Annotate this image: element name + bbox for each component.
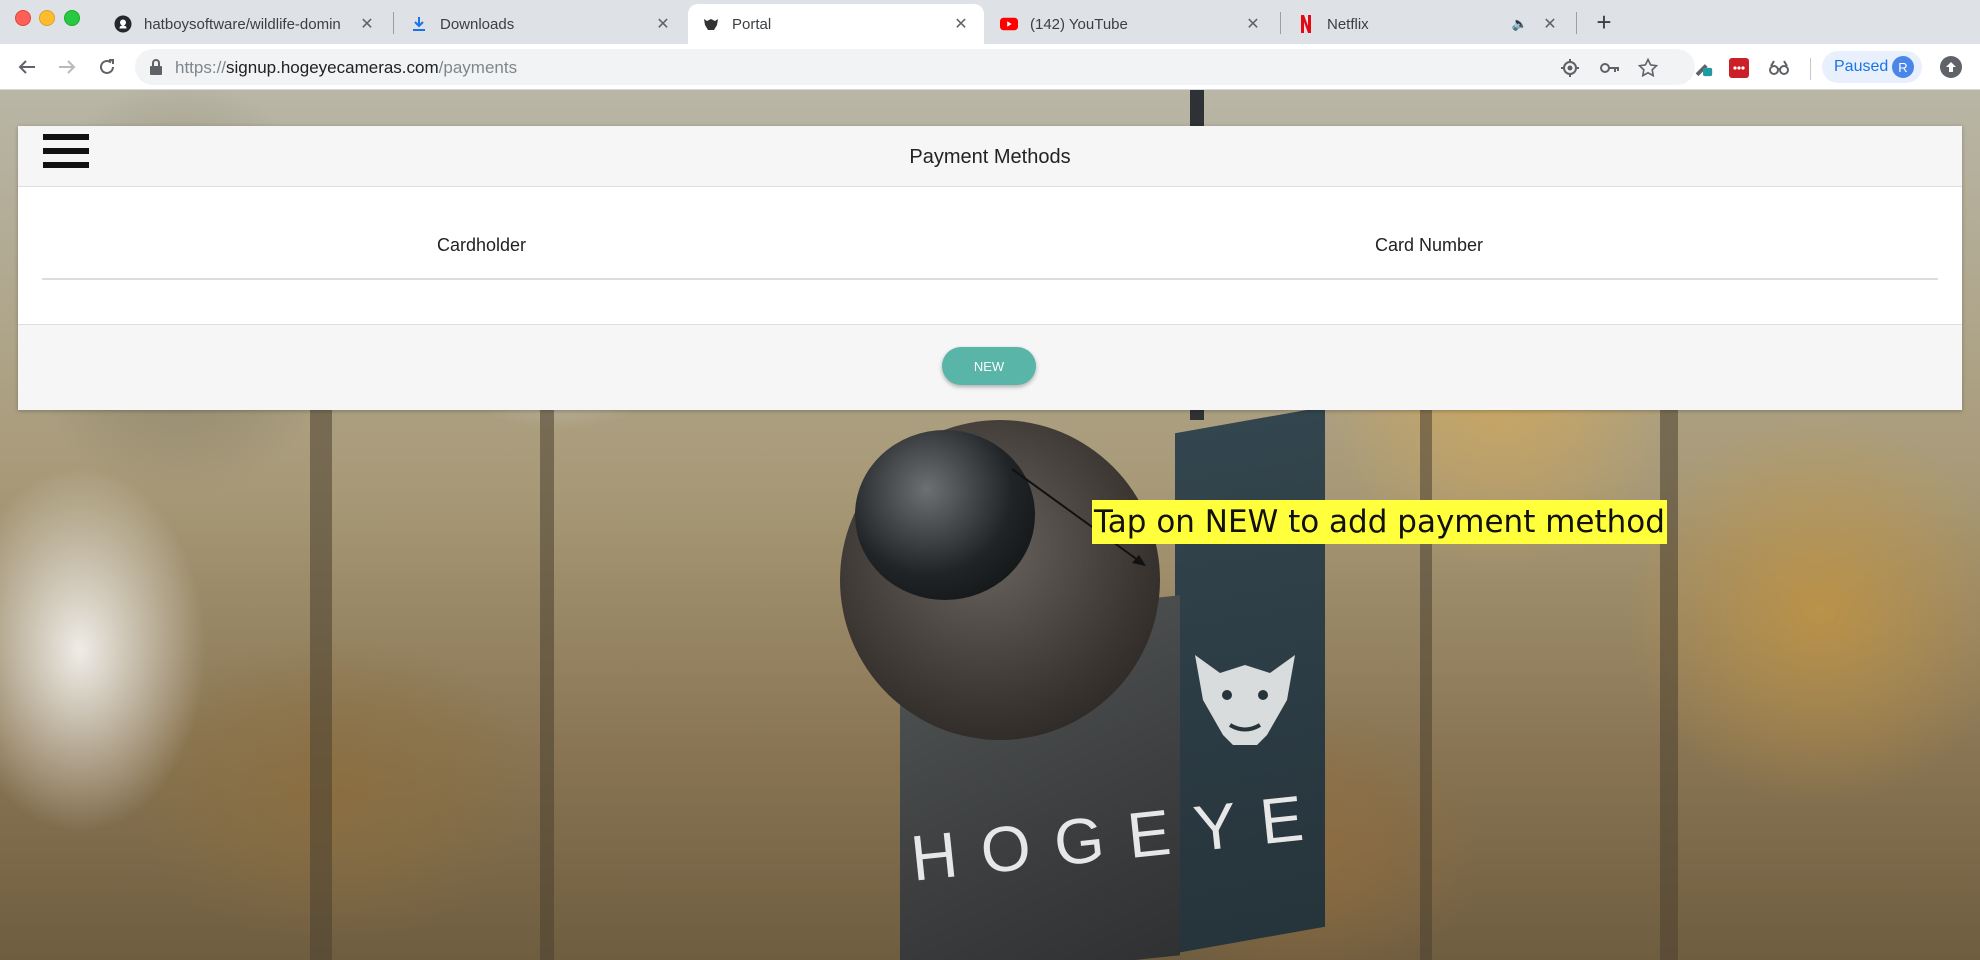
close-icon[interactable]: ✕ [1541,15,1559,33]
extension-lastpass-icon[interactable] [1728,57,1750,79]
browser-toolbar: https://signup.hogeyecameras.com/payment… [0,44,1980,90]
new-tab-button[interactable]: + [1590,8,1618,36]
tab-youtube[interactable]: (142) YouTube ✕ [986,4,1276,44]
close-icon[interactable]: ✕ [952,15,970,33]
background-tree [1420,390,1432,960]
page-viewport: HOGEYE Payment Methods Cardholder Card N… [0,90,1980,960]
url-text: https://signup.hogeyecameras.com/payment… [175,58,518,77]
annotation-callout: Tap on NEW to add payment method [1092,500,1667,544]
lock-icon[interactable] [149,59,165,75]
card-header: Payment Methods [18,126,1962,187]
profile-paused-button[interactable]: Paused R [1822,51,1922,83]
tab-title: hatboysoftware/wildlife-domin [144,15,341,33]
new-payment-method-button[interactable]: NEW [942,347,1036,385]
location-icon[interactable] [1559,57,1581,79]
star-bookmark-icon[interactable] [1637,57,1659,79]
download-icon [410,15,428,33]
speaker-muted-icon[interactable]: 🔈 [1511,15,1529,33]
background-tree [540,350,554,960]
netflix-icon [1297,15,1315,33]
close-icon[interactable]: ✕ [1244,15,1262,33]
profile-status-label: Paused [1834,58,1889,75]
extension-glasses-icon[interactable] [1768,57,1790,79]
tab-github[interactable]: hatboysoftware/wildlife-domin ✕ [100,4,390,44]
column-header-cardholder: Cardholder [437,235,527,255]
key-icon[interactable] [1599,57,1621,79]
page-title: Payment Methods [909,146,1071,168]
tab-portal[interactable]: Portal ✕ [688,4,984,44]
boar-icon [702,15,720,33]
avatar: R [1892,56,1914,78]
tab-strip: hatboysoftware/wildlife-domin ✕ Download… [0,0,1980,44]
tab-title: Portal [732,15,772,33]
table-header-divider [42,278,1938,280]
forward-button[interactable] [52,52,82,82]
boar-logo-icon [1195,655,1295,745]
update-menu-icon[interactable] [1940,56,1962,78]
tab-title: (142) YouTube [1030,15,1128,33]
address-bar[interactable]: https://signup.hogeyecameras.com/payment… [135,49,1695,85]
maximize-window-button[interactable] [64,10,80,26]
extension-eyedropper-icon[interactable] [1692,55,1714,77]
tab-netflix[interactable]: Netflix 🔈 ✕ [1283,4,1573,44]
minimize-window-button[interactable] [39,10,55,26]
close-window-button[interactable] [15,10,31,26]
column-header-card-number: Card Number [1375,235,1484,255]
github-icon [114,15,132,33]
tab-downloads[interactable]: Downloads ✕ [396,4,686,44]
tab-title: Netflix [1327,15,1369,33]
reload-button[interactable] [92,52,122,82]
card-footer: NEW [18,324,1962,410]
close-icon[interactable]: ✕ [654,15,672,33]
payment-methods-card: Payment Methods Cardholder Card Number N… [18,126,1962,410]
tab-title: Downloads [440,15,515,33]
youtube-icon [1000,15,1018,33]
back-button[interactable] [12,52,42,82]
close-icon[interactable]: ✕ [358,15,376,33]
